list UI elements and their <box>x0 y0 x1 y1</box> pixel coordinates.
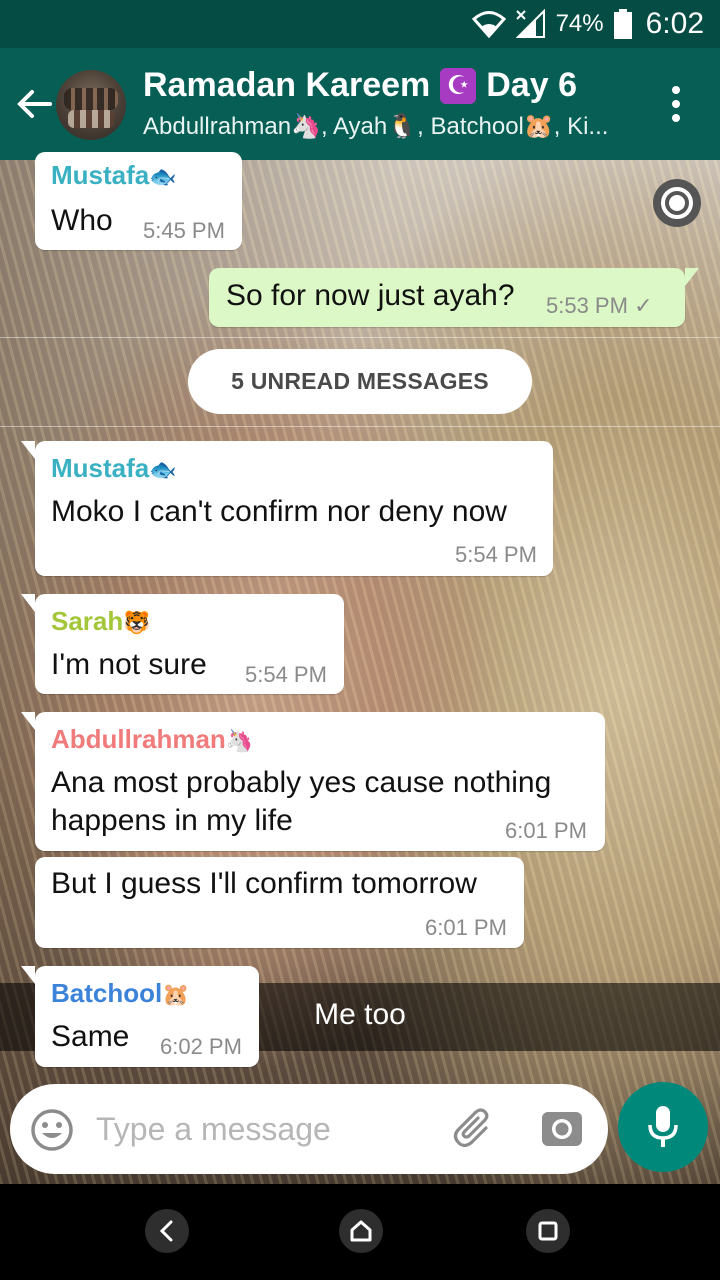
message-time: 5:54 PM <box>245 662 327 687</box>
battery-percent: 74% <box>555 10 604 37</box>
star-crescent-icon: ☪ <box>440 67 477 104</box>
message-text: Same <box>51 1020 130 1053</box>
status-bar: 74% 6:02 <box>0 0 720 48</box>
message-time: 5:53 PM ✓ <box>546 293 653 318</box>
divider-line <box>0 426 720 427</box>
message-text: So for now just ayah? <box>226 279 515 312</box>
nav-back-button[interactable] <box>145 1209 189 1253</box>
message-bubble[interactable]: Sarah🐯 I'm not sure 5:54 PM <box>21 594 344 694</box>
unread-messages-divider: 5 UNREAD MESSAGES <box>188 349 532 414</box>
message-time: 5:45 PM <box>143 218 225 243</box>
message-time: 5:54 PM <box>455 542 537 567</box>
more-vert-icon[interactable] <box>666 84 686 124</box>
group-avatar[interactable] <box>56 70 126 140</box>
nav-recents-button[interactable] <box>526 1209 570 1253</box>
fish-emoji-icon: 🐟 <box>149 457 177 482</box>
tiger-emoji-icon: 🐯 <box>123 610 151 635</box>
message-text: Who <box>51 204 113 237</box>
sender-name: Sarah🐯 <box>51 606 151 636</box>
mic-button[interactable] <box>618 1082 708 1172</box>
message-time: 6:02 PM <box>160 1034 242 1059</box>
emoji-icon[interactable] <box>30 1108 74 1152</box>
message-text-line-2: happens in my life <box>51 804 293 837</box>
nav-back-icon <box>159 1220 173 1242</box>
message-time: 6:01 PM <box>505 818 587 843</box>
chat-title-text: Ramadan Kareem <box>143 66 431 104</box>
nav-home-button[interactable] <box>339 1209 383 1253</box>
sender-name: Abdullrahman🦄 <box>51 724 254 754</box>
sender-name: Batchool🐹 <box>51 978 190 1008</box>
cell-signal-icon <box>515 9 545 38</box>
chat-title-suffix: Day 6 <box>486 66 577 104</box>
back-arrow-icon[interactable] <box>14 84 54 124</box>
camera-icon[interactable] <box>540 1108 584 1148</box>
divider-line <box>0 337 720 338</box>
message-bubble[interactable]: But I guess I'll confirm tomorrow 6:01 P… <box>35 857 524 948</box>
message-text: But I guess I'll confirm tomorrow <box>51 867 477 900</box>
mic-icon <box>648 1106 678 1147</box>
message-input[interactable]: Type a message <box>96 1111 331 1148</box>
message-text-line-1: Ana most probably yes cause nothing <box>51 766 552 799</box>
view-once-media-icon[interactable] <box>652 178 702 228</box>
message-text: I'm not sure <box>51 648 207 681</box>
message-bubble-outgoing[interactable]: So for now just ayah? 5:53 PM ✓ <box>209 268 699 327</box>
message-bubble[interactable]: Batchool🐹 Same 6:02 PM <box>21 966 259 1067</box>
fish-emoji-icon: 🐟 <box>149 164 177 189</box>
unicorn-emoji-icon: 🦄 <box>225 728 254 753</box>
message-text: Moko I can't confirm nor deny now <box>51 495 507 528</box>
clock: 6:02 <box>645 7 704 40</box>
sender-name: Mustafa🐟 <box>51 160 177 190</box>
sender-name: Mustafa🐟 <box>51 453 177 483</box>
message-time: 6:01 PM <box>425 915 507 940</box>
message-bubble[interactable]: Abdullrahman🦄 Ana most probably yes caus… <box>21 712 605 851</box>
chat-title[interactable]: Ramadan Kareem ☪ Day 6 <box>143 66 577 105</box>
attach-icon[interactable] <box>452 1106 496 1152</box>
hamster-emoji-icon: 🐹 <box>162 982 190 1007</box>
battery-icon <box>613 9 632 39</box>
wifi-icon <box>471 11 506 38</box>
message-bubble[interactable]: Mustafa🐟 Moko I can't confirm nor deny n… <box>21 441 553 576</box>
chat-members[interactable]: Abdullrahman🦄, Ayah🐧, Batchool🐹, Ki... <box>143 112 608 141</box>
chat-header: Ramadan Kareem ☪ Day 6 Abdullrahman🦄, Ay… <box>0 48 720 160</box>
nav-home-icon <box>350 1220 372 1242</box>
nav-recents-icon <box>538 1221 558 1241</box>
read-check-icon: ✓ <box>634 293 653 318</box>
message-bubble[interactable]: Mustafa🐟 Who 5:45 PM <box>35 152 242 250</box>
